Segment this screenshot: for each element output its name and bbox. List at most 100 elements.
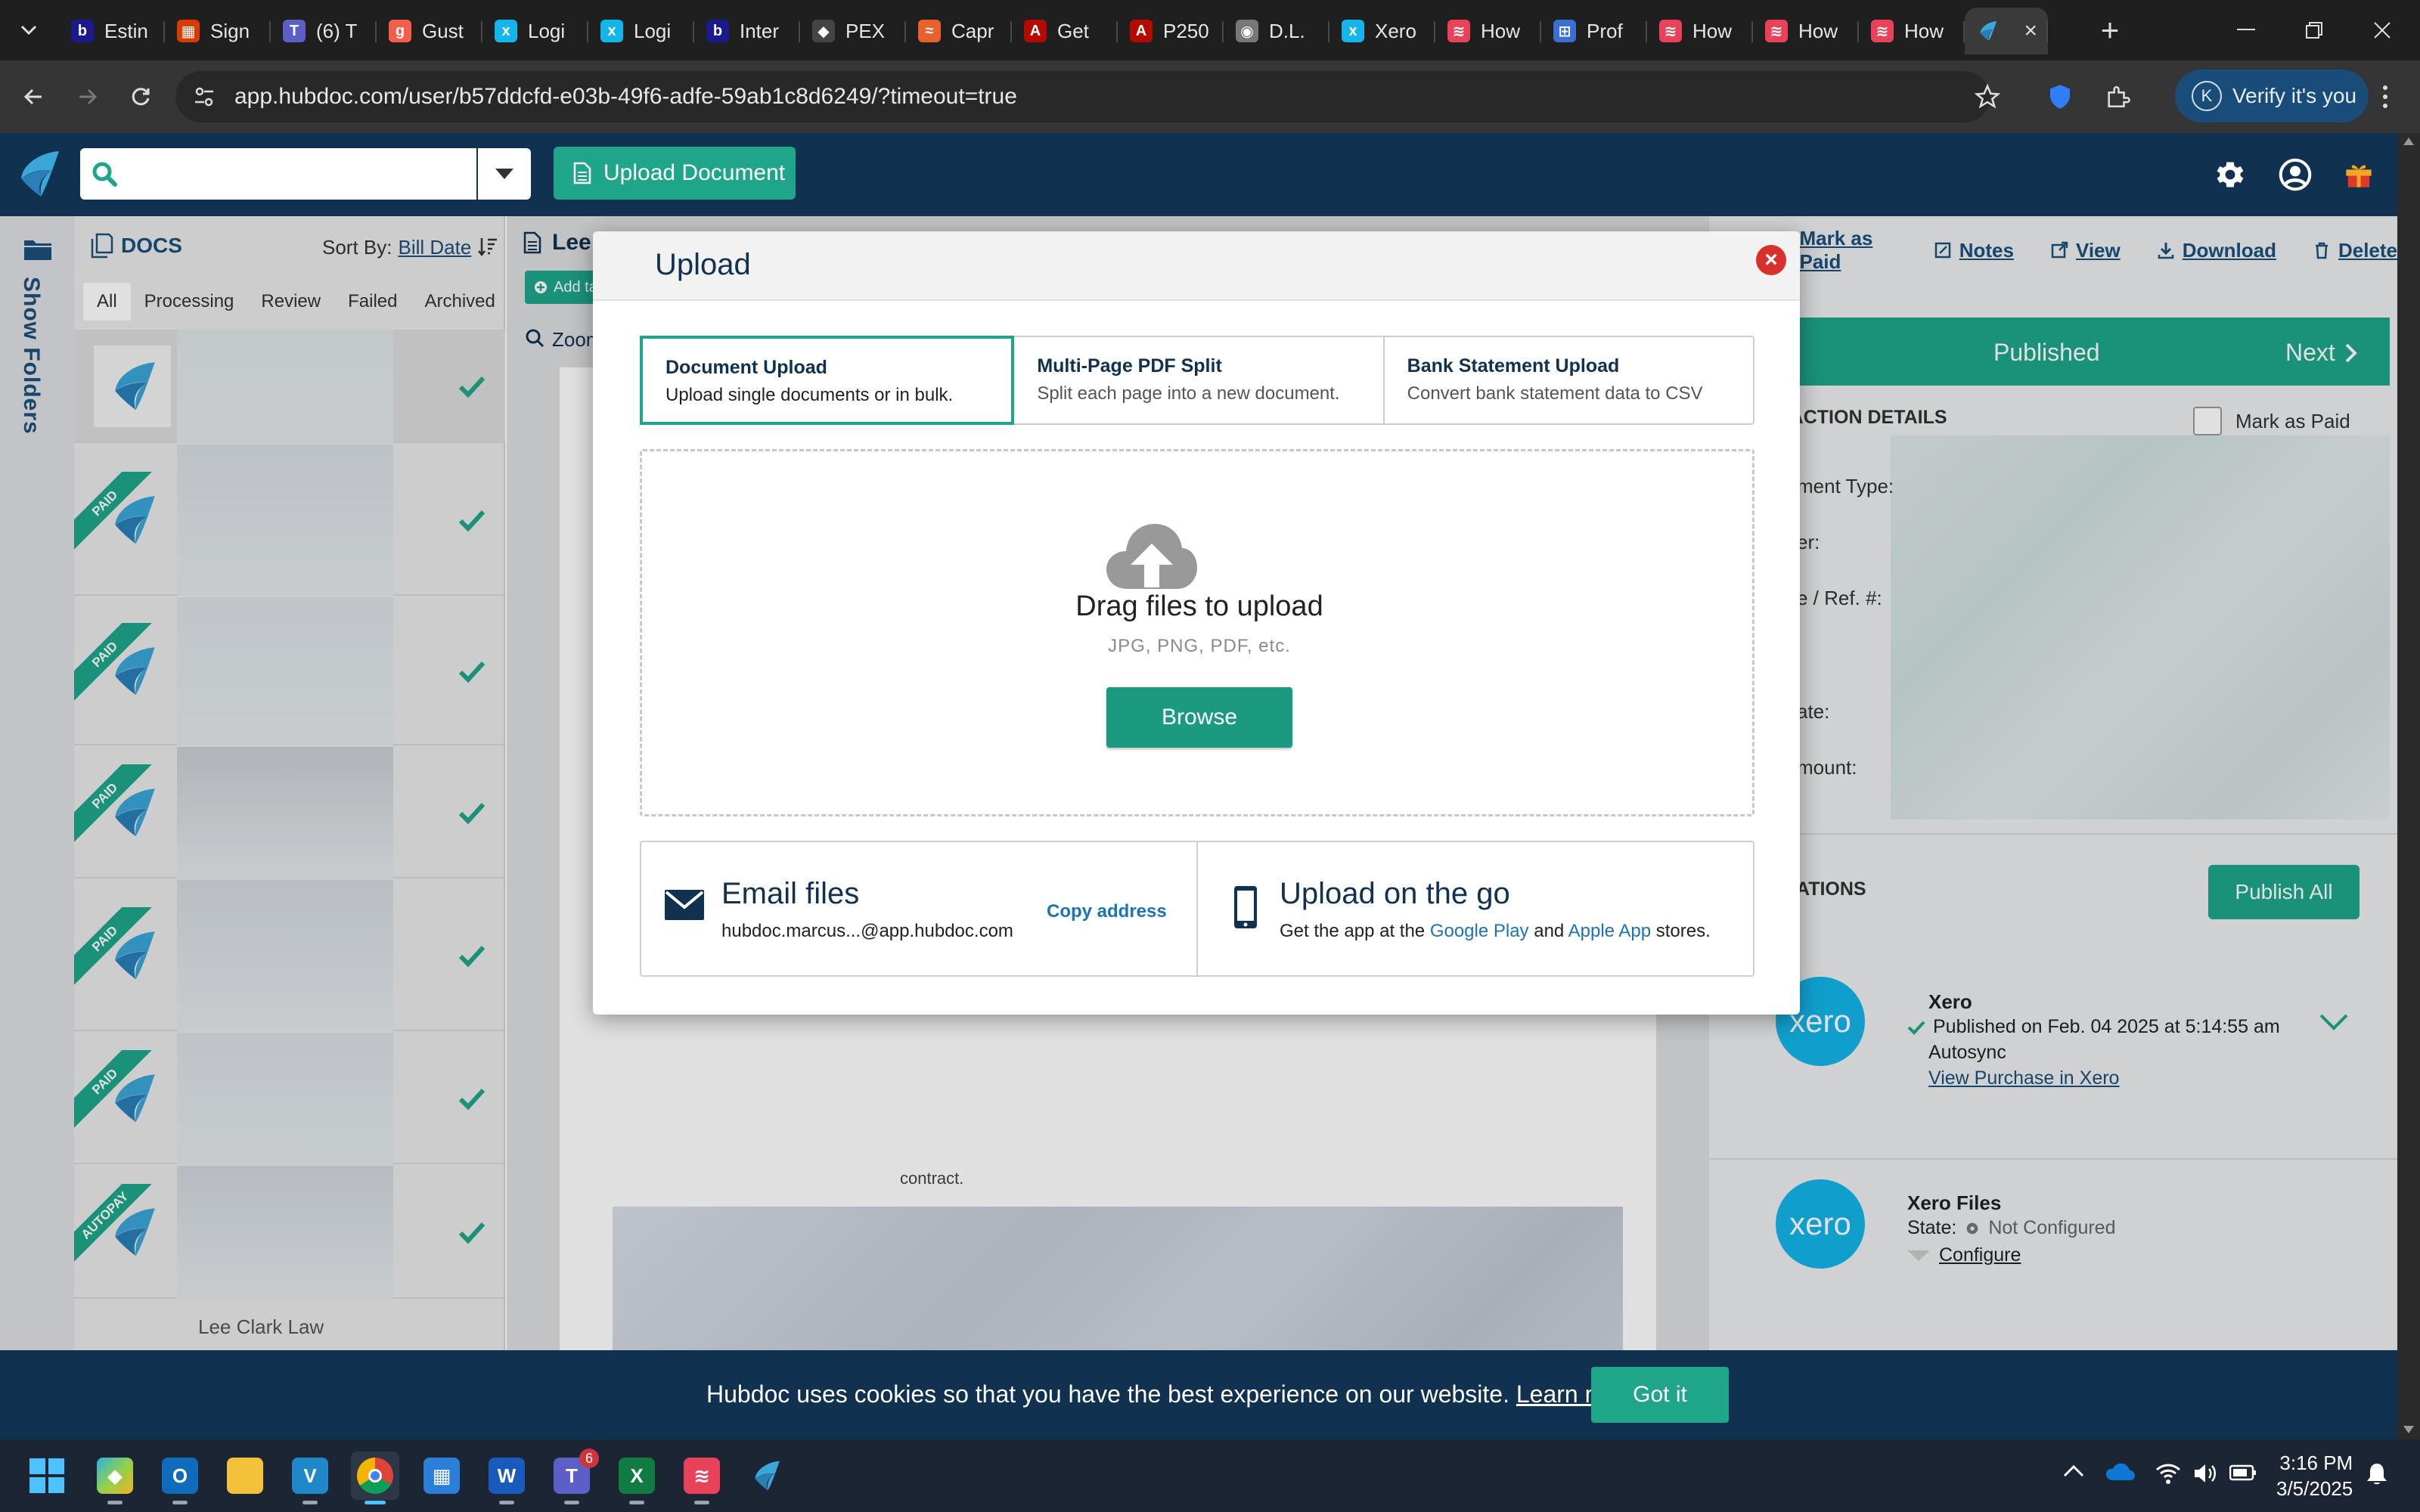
browser-tab[interactable]: g Gust bbox=[377, 8, 482, 54]
taskbar-hubdoc-app[interactable] bbox=[743, 1452, 791, 1500]
envelope-icon bbox=[664, 889, 705, 921]
forward-button[interactable] bbox=[70, 79, 106, 115]
restore-button[interactable] bbox=[2291, 14, 2337, 47]
taskbar-teams-app[interactable]: T 6 bbox=[548, 1448, 599, 1504]
taskbar-outlook-app[interactable]: O bbox=[156, 1452, 204, 1504]
browser-tab[interactable]: ≋ How bbox=[1647, 8, 1753, 54]
taskbar-word-app[interactable]: W bbox=[482, 1452, 531, 1504]
email-files-title: Email files bbox=[721, 877, 860, 910]
reload-button[interactable] bbox=[123, 79, 159, 115]
scroll-down-arrow-icon[interactable] bbox=[2403, 1426, 2414, 1433]
taskbar-viva-app[interactable]: V bbox=[286, 1452, 334, 1504]
search-input[interactable] bbox=[80, 148, 476, 200]
app-icon: ≋ bbox=[684, 1458, 720, 1494]
tab-title: Sign bbox=[210, 19, 250, 42]
wifi-icon[interactable] bbox=[2155, 1462, 2181, 1485]
document-upload-tab[interactable]: Document Upload Upload single documents o… bbox=[640, 336, 1015, 425]
taskbar-store-app[interactable]: ▦ bbox=[417, 1452, 466, 1500]
browser-tab[interactable]: A Get bbox=[1012, 8, 1118, 54]
browser-tab[interactable]: ≈ Capr bbox=[906, 8, 1012, 54]
word-icon: W bbox=[489, 1458, 525, 1494]
system-clock[interactable]: 3:16 PM 3/5/2025 bbox=[2276, 1450, 2353, 1501]
clock-time: 3:16 PM bbox=[2279, 1452, 2353, 1474]
browser-tab[interactable]: ▦ Sign bbox=[165, 8, 271, 54]
tab-title: Gust bbox=[422, 19, 464, 42]
got-it-button[interactable]: Got it bbox=[1591, 1367, 1729, 1423]
browser-tab[interactable]: ≋ How bbox=[1859, 8, 1965, 54]
minimize-button[interactable] bbox=[2223, 14, 2269, 47]
windows-taskbar: ◆ O V ▦ W T 6 X ≋ 3:16 PM 3/5/2025 bbox=[0, 1439, 2420, 1512]
page-scrollbar[interactable] bbox=[2397, 133, 2420, 1439]
copy-address-link[interactable]: Copy address bbox=[1047, 901, 1167, 922]
upload-document-button[interactable]: Upload Document bbox=[554, 147, 796, 200]
browser-tab[interactable]: x Xero bbox=[1329, 8, 1435, 54]
browser-tab[interactable]: b Inter bbox=[694, 8, 800, 54]
close-icon[interactable]: × bbox=[1756, 245, 1786, 275]
browser-tab[interactable]: ≋ How bbox=[1753, 8, 1859, 54]
extension-shield-icon[interactable] bbox=[2042, 79, 2078, 115]
tab-favicon-icon: x bbox=[600, 20, 623, 42]
battery-icon[interactable] bbox=[2229, 1464, 2257, 1482]
browser-tab[interactable]: ◉ D.L. bbox=[1224, 8, 1329, 54]
pdf-split-tab[interactable]: Multi-Page PDF Split Split each page into… bbox=[1014, 337, 1385, 423]
scroll-up-arrow-icon[interactable] bbox=[2403, 138, 2414, 145]
tab-title: Capr bbox=[951, 19, 994, 42]
address-bar[interactable]: app.hubdoc.com/user/b57ddcfd-e03b-49f6-a… bbox=[175, 71, 1990, 122]
taskbar-file-explorer-app[interactable] bbox=[221, 1452, 269, 1500]
apple-app-link[interactable]: Apple App bbox=[1568, 921, 1651, 941]
browser-tab[interactable]: x Logi bbox=[588, 8, 694, 54]
alternative-upload-options: Email files hubdoc.marcus...@app.hubdoc.… bbox=[640, 841, 1754, 977]
bookmark-star-icon[interactable] bbox=[1969, 79, 2006, 115]
taskbar-excel-app[interactable]: X bbox=[613, 1452, 661, 1504]
upload-on-the-go-title: Upload on the go bbox=[1280, 877, 1510, 910]
browser-tab[interactable]: ◆ PEX bbox=[800, 8, 906, 54]
tab-title: Bank Statement Upload bbox=[1407, 355, 1620, 376]
gift-icon[interactable] bbox=[2338, 154, 2379, 195]
tab-favicon-icon: g bbox=[389, 20, 411, 42]
browser-tab[interactable]: ≋ How bbox=[1435, 8, 1541, 54]
settings-gear-icon[interactable] bbox=[2210, 154, 2251, 195]
browser-tab-active[interactable]: × bbox=[1965, 8, 2048, 54]
accepted-formats: JPG, PNG, PDF, etc. bbox=[1108, 636, 1291, 656]
notification-bell-icon[interactable] bbox=[2366, 1462, 2388, 1486]
volume-icon[interactable] bbox=[2193, 1462, 2219, 1485]
tab-title: Document Upload bbox=[666, 357, 827, 378]
extensions-puzzle-icon[interactable] bbox=[2099, 79, 2136, 115]
bank-statement-tab[interactable]: Bank Statement Upload Convert bank statem… bbox=[1385, 337, 1753, 423]
close-window-button[interactable] bbox=[2360, 14, 2405, 47]
browser-tabs: b Estin ▦ Sign T (6) Tg Gust x Logi x Logi b Inter ◆ P… bbox=[59, 8, 2048, 54]
verify-profile-button[interactable]: K Verify it's you bbox=[2175, 70, 2369, 122]
windows-logo-icon bbox=[29, 1458, 64, 1493]
onedrive-cloud-icon[interactable] bbox=[2105, 1462, 2136, 1482]
tab-favicon-icon: ≋ bbox=[1447, 20, 1470, 42]
browse-button[interactable]: Browse bbox=[1106, 687, 1292, 748]
search-filter-dropdown[interactable] bbox=[478, 148, 531, 200]
site-info-icon[interactable] bbox=[192, 85, 216, 109]
clock-date: 3/5/2025 bbox=[2276, 1477, 2353, 1500]
browser-tab[interactable]: T (6) T bbox=[271, 8, 377, 54]
taskbar-chrome-app[interactable] bbox=[351, 1452, 399, 1504]
taskbar-m365-app[interactable]: ◆ bbox=[91, 1452, 139, 1504]
browser-menu-icon[interactable] bbox=[2367, 79, 2403, 115]
tab-close-icon[interactable]: × bbox=[2024, 18, 2037, 44]
browser-tab[interactable]: x Logi bbox=[482, 8, 588, 54]
google-play-link[interactable]: Google Play bbox=[1430, 921, 1529, 941]
tray-overflow-chevron-icon[interactable] bbox=[2063, 1464, 2084, 1477]
taskbar-app[interactable]: ≋ bbox=[678, 1452, 726, 1504]
email-address: hubdoc.marcus...@app.hubdoc.com bbox=[721, 921, 1013, 941]
file-drop-zone[interactable]: Drag files to upload JPG, PNG, PDF, etc.… bbox=[640, 449, 1754, 816]
cookie-text: Hubdoc uses cookies so that you have the… bbox=[706, 1380, 1509, 1408]
browser-tab[interactable]: A P250 bbox=[1118, 8, 1224, 54]
excel-icon: X bbox=[619, 1458, 655, 1494]
start-button[interactable] bbox=[23, 1452, 71, 1500]
tab-favicon-icon: ◉ bbox=[1236, 20, 1258, 42]
browser-tab[interactable]: b Estin bbox=[59, 8, 165, 54]
hubdoc-logo-icon[interactable] bbox=[17, 148, 62, 200]
new-tab-button[interactable]: + bbox=[2093, 12, 2127, 48]
browser-tab[interactable]: ⊞ Prof bbox=[1541, 8, 1647, 54]
account-user-icon[interactable] bbox=[2275, 154, 2316, 195]
tab-search-button[interactable] bbox=[11, 14, 47, 47]
back-button[interactable] bbox=[15, 79, 51, 115]
tab-title: D.L. bbox=[1269, 19, 1305, 42]
mobile-phone-icon bbox=[1233, 885, 1258, 930]
